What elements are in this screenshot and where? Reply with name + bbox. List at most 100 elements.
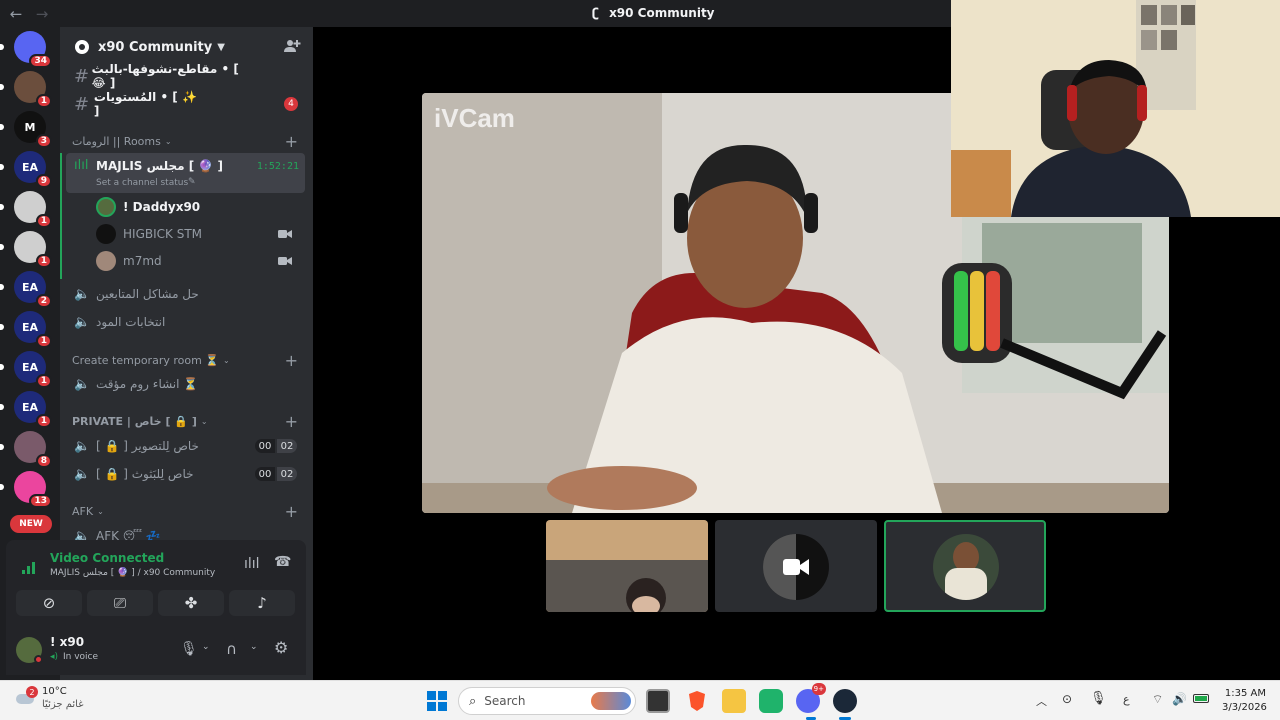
weather-widget[interactable]: 2 10°C غائم جزئيًا <box>14 685 83 711</box>
windows-start-icon[interactable] <box>425 689 449 713</box>
screen-share-icon: ⎚ <box>113 594 126 612</box>
clock-date: 3/3/2026 <box>1222 702 1267 713</box>
server-ea-logo[interactable]: EA 1 <box>14 351 52 388</box>
task-view-icon[interactable] <box>646 689 670 713</box>
microphone-icon[interactable]: 🎙 <box>180 641 198 657</box>
volume-icon[interactable]: 🔊 <box>1172 692 1187 706</box>
avatar <box>96 224 116 244</box>
activities-icon: ✤ <box>184 594 198 612</box>
text-channel-clips[interactable]: # مقاطع-نشوفها-بالبث • [ 😂 ] <box>68 62 306 90</box>
server-discord-icon[interactable]: 34 <box>14 31 52 68</box>
unread-pill <box>0 204 4 210</box>
avatar <box>96 197 116 217</box>
back-arrow-icon[interactable]: ← <box>6 5 26 23</box>
voice-channel-private-photo[interactable]: 🔈 [ 🔒 ] خاص لِلتصوير 00 02 <box>68 433 306 459</box>
system-clock[interactable]: 1:35 AM 3/3/2026 <box>1222 687 1267 715</box>
channel-status[interactable]: Set a channel status <box>96 178 188 188</box>
voice-channel-elections[interactable]: 🔈 انتخابات المود <box>68 309 306 335</box>
voice-channel-support[interactable]: 🔈 حل مشاكل المتابعين <box>68 281 306 307</box>
soundboard-button[interactable]: ♪ <box>229 590 295 616</box>
voice-user-daddyx90[interactable]: ! Daddyx90 <box>96 197 300 217</box>
text-channel-levels[interactable]: # المُستويات • [ ✨ ] 4 <box>68 90 306 118</box>
voice-user-higbick[interactable]: HIGBICK STM <box>96 224 300 244</box>
file-explorer-icon[interactable] <box>722 689 746 713</box>
headphones-icon[interactable]: ∩ <box>226 640 237 658</box>
server-avatar[interactable]: 1 <box>14 231 52 268</box>
server-discord-icon[interactable]: 13 <box>14 471 52 508</box>
server-avatar[interactable]: 8 <box>14 431 52 468</box>
add-channel-icon[interactable]: + <box>285 132 298 151</box>
participant-tile-1[interactable] <box>546 520 708 612</box>
brave-browser-icon[interactable] <box>685 689 709 713</box>
mention-badge: 2 <box>35 294 52 308</box>
server-ea-logo[interactable]: EA 1 <box>14 311 52 348</box>
voice-user-m7md[interactable]: m7md <box>96 251 300 271</box>
add-channel-icon[interactable]: + <box>285 502 298 521</box>
windows-taskbar: 2 10°C غائم جزئيًا ⌕ Search 9+ ︿ ⊙ 🎙 ع ⌔… <box>0 680 1280 720</box>
battery-icon[interactable] <box>1193 694 1209 703</box>
voice-channel-private-stream[interactable]: 🔈 [ 🔒 ] خاص لِلبَثوث 00 02 <box>68 461 306 487</box>
mention-badge: 34 <box>29 54 52 68</box>
chevron-up-icon[interactable]: ︿ <box>1036 693 1047 709</box>
discord-app-icon[interactable]: 9+ <box>796 683 826 713</box>
settings-gear-icon[interactable]: ⚙ <box>274 638 288 657</box>
new-badge[interactable]: NEW <box>10 515 52 533</box>
chevron-down-icon: ⌄ <box>223 356 230 365</box>
voice-connection-panel: Video Connected MAJLIS مجلس [ 🔮 ] / x90 … <box>6 540 306 625</box>
unread-pill <box>0 364 4 370</box>
steam-app-icon[interactable] <box>833 689 857 713</box>
category-temp[interactable]: Create temporary room ⏳ ⌄ + <box>72 351 298 370</box>
active-voice-channel[interactable]: ılıl MAJLIS مجلس [ 🔮 ] 1:52:21 Set a cha… <box>66 153 305 193</box>
voice-status-title[interactable]: Video Connected <box>50 551 164 565</box>
guild-header[interactable]: x90 Community ▼ <box>60 27 313 67</box>
noise-suppression-icon[interactable]: ılıl <box>244 556 260 572</box>
disconnect-icon[interactable]: ☎ <box>274 554 291 570</box>
chevron-down-icon: ⌄ <box>97 507 104 516</box>
mention-badge: 3 <box>35 134 52 148</box>
channel-name: [ 🔒 ] خاص لِلتصوير <box>96 439 199 453</box>
category-afk[interactable]: AFK ⌄ + <box>72 502 298 521</box>
participant-tile-2[interactable] <box>715 520 877 612</box>
invite-people-icon[interactable] <box>283 37 301 58</box>
server-avatar[interactable]: 1 <box>14 71 52 108</box>
category-label: AFK <box>72 505 94 518</box>
tray-app-icon[interactable]: ⊙ <box>1062 692 1072 706</box>
mention-badge: 1 <box>35 374 52 388</box>
webcam-overlay <box>951 0 1280 217</box>
chatgpt-app-icon[interactable] <box>759 689 783 713</box>
server-m-logo[interactable]: M3 <box>14 111 52 148</box>
category-label: الرومات || Rooms <box>72 135 161 148</box>
weather-alert-badge: 2 <box>26 686 38 698</box>
camera-off-button[interactable]: ⊘ <box>16 590 82 616</box>
server-ea-logo[interactable]: EA 2 <box>14 271 52 308</box>
taskbar-search[interactable]: ⌕ Search <box>458 687 636 715</box>
search-highlight-icon <box>591 692 631 710</box>
user-name[interactable]: ! x90 <box>50 635 84 649</box>
add-channel-icon[interactable]: + <box>285 412 298 431</box>
chevron-down-icon[interactable]: ⌄ <box>250 642 258 652</box>
screen-share-button[interactable]: ⎚ <box>87 590 153 616</box>
category-rooms[interactable]: الرومات || Rooms ⌄ + <box>72 132 298 151</box>
category-private[interactable]: PRIVATE | خاص [ 🔒 ] ⌄ + <box>72 412 298 431</box>
input-language[interactable]: ع <box>1123 693 1130 706</box>
server-ea-logo[interactable]: EA 1 <box>14 391 52 428</box>
chevron-down-icon[interactable]: ⌄ <box>202 642 210 652</box>
forward-arrow-icon[interactable]: → <box>32 5 52 23</box>
discord-notification-badge: 9+ <box>811 683 826 695</box>
voice-status-subtitle[interactable]: MAJLIS مجلس [ 🔮 ] / x90 Community <box>50 568 215 578</box>
unread-pill <box>0 124 4 130</box>
unread-pill <box>0 444 4 450</box>
server-ea-logo[interactable]: EA 9 <box>14 151 52 188</box>
participant-tile-speaking[interactable] <box>884 520 1046 612</box>
add-channel-icon[interactable]: + <box>285 351 298 370</box>
microphone-tray-icon[interactable]: 🎙 <box>1090 691 1107 706</box>
activities-button[interactable]: ✤ <box>158 590 224 616</box>
cloud-sun-icon: 2 <box>14 686 38 708</box>
server-label: M <box>24 120 36 134</box>
server-avatar[interactable]: 1 <box>14 191 52 228</box>
voice-channel-create-temp[interactable]: 🔈 انشاء روم مؤقت ⏳ <box>68 371 306 397</box>
unread-pill <box>0 244 4 250</box>
chevron-down-icon: ⌄ <box>164 137 172 146</box>
camera-icon <box>278 257 292 265</box>
wifi-icon[interactable]: ⌔ <box>1152 692 1163 707</box>
